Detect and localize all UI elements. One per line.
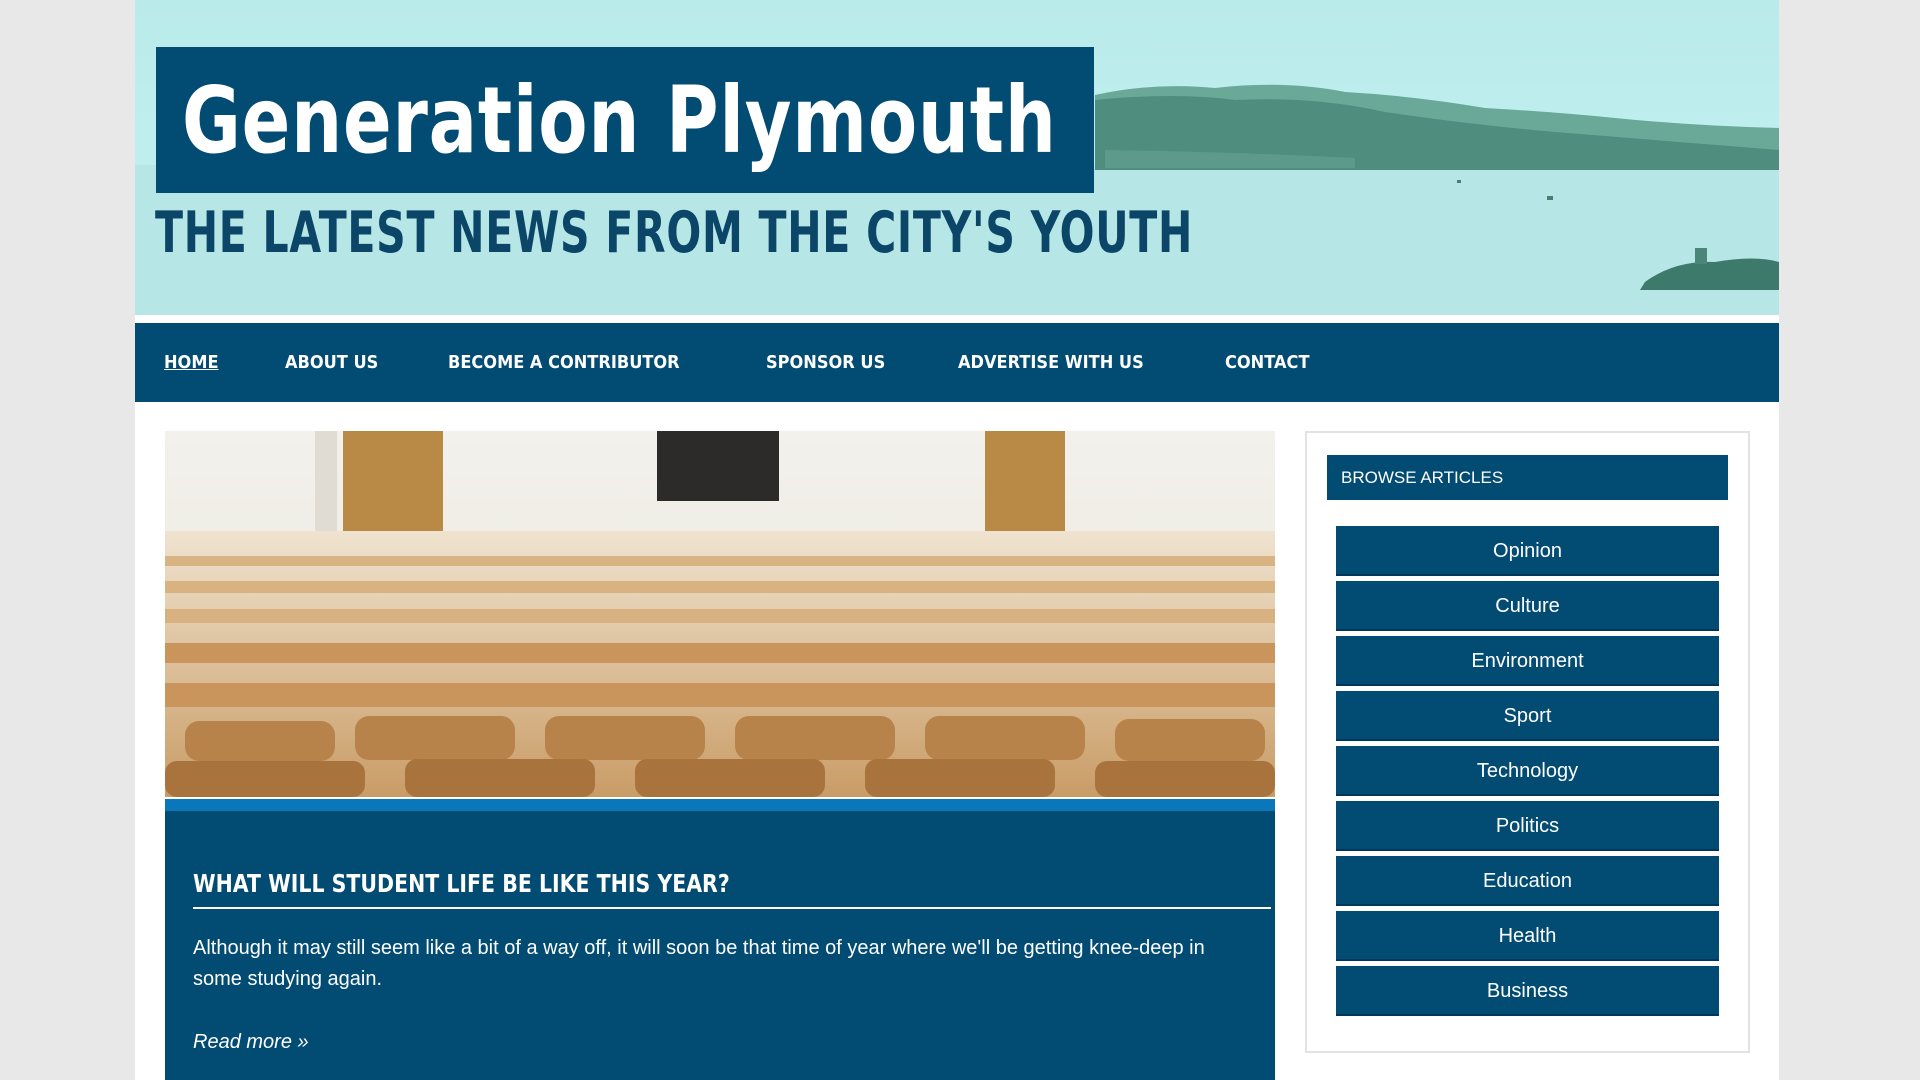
category-button-environment[interactable]: Environment xyxy=(1336,636,1719,686)
nav-item-about-us[interactable]: ABOUT US xyxy=(285,352,378,373)
category-button-culture[interactable]: Culture xyxy=(1336,581,1719,631)
site-tagline: THE LATEST NEWS FROM THE CITY'S YOUTH xyxy=(155,200,1194,266)
sidebar-heading: BROWSE ARTICLES xyxy=(1327,455,1728,500)
nav-item-advertise-with-us[interactable]: ADVERTISE WITH US xyxy=(958,352,1144,373)
page: Generation Plymouth THE LATEST NEWS FROM… xyxy=(135,0,1779,1080)
featured-article-divider xyxy=(193,907,1271,909)
featured-article: WHAT WILL STUDENT LIFE BE LIKE THIS YEAR… xyxy=(165,811,1275,1080)
site-title-box: Generation Plymouth xyxy=(156,47,1094,193)
category-button-opinion[interactable]: Opinion xyxy=(1336,526,1719,576)
nav-item-home[interactable]: HOME xyxy=(164,352,219,373)
site-title: Generation Plymouth xyxy=(182,66,1057,174)
read-more-link[interactable]: Read more » xyxy=(193,1031,309,1054)
category-button-sport[interactable]: Sport xyxy=(1336,691,1719,741)
featured-article-title[interactable]: WHAT WILL STUDENT LIFE BE LIKE THIS YEAR… xyxy=(193,869,730,898)
featured-article-excerpt: Although it may still seem like a bit of… xyxy=(193,937,1205,990)
category-button-technology[interactable]: Technology xyxy=(1336,746,1719,796)
featured-article-image[interactable] xyxy=(165,431,1275,797)
lecture-hall-image xyxy=(165,431,1275,797)
nav-item-sponsor-us[interactable]: SPONSOR US xyxy=(766,352,885,373)
category-button-education[interactable]: Education xyxy=(1336,856,1719,906)
featured-accent-bar xyxy=(165,799,1275,811)
nav-item-become-a-contributor[interactable]: BECOME A CONTRIBUTOR xyxy=(448,352,680,373)
category-button-business[interactable]: Business xyxy=(1336,966,1719,1016)
main-nav: HOME ABOUT US BECOME A CONTRIBUTOR SPONS… xyxy=(135,323,1779,402)
nav-item-contact[interactable]: CONTACT xyxy=(1225,352,1310,373)
category-button-politics[interactable]: Politics xyxy=(1336,801,1719,851)
header-banner: Generation Plymouth THE LATEST NEWS FROM… xyxy=(135,0,1779,315)
category-button-health[interactable]: Health xyxy=(1336,911,1719,961)
sidebar-browse-articles: BROWSE ARTICLES Opinion Culture Environm… xyxy=(1305,431,1750,1053)
category-list: Opinion Culture Environment Sport Techno… xyxy=(1336,526,1719,1021)
